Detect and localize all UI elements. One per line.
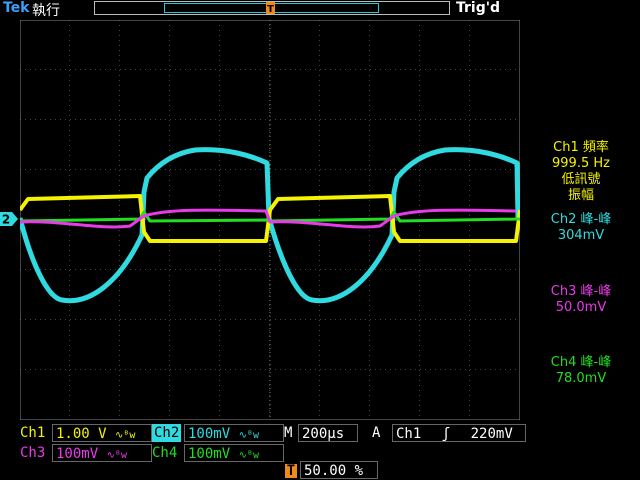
measurement-ch1-frequency[interactable]: Ch1 頻率 999.5 Hz 低訊號 振幅 (526, 140, 636, 204)
ch2-ground-marker[interactable]: 2 (0, 211, 20, 227)
meas-ch1-title: Ch1 頻率 (553, 140, 609, 155)
bandwidth-limit-icon: ∿ᴮw (106, 450, 128, 461)
trigger-status: Trig'd (456, 0, 501, 16)
trigger-level: 220mV (470, 426, 513, 442)
meas-ch3-value: 50.0mV (555, 300, 607, 315)
ch2-label[interactable]: Ch2 (152, 424, 182, 442)
rising-edge-icon: ʃ (441, 426, 451, 442)
trigger-mode: A (372, 425, 381, 441)
meas-ch2-title: Ch2 峰-峰 (550, 212, 612, 227)
measurement-ch4-peak-to-peak[interactable]: Ch4 峰-峰 78.0mV (526, 355, 636, 387)
meas-ch1-warning-line2: 振幅 (567, 188, 594, 203)
acquisition-status: 執行 (32, 3, 60, 19)
ch4-label[interactable]: Ch4 (152, 444, 177, 462)
ch1-label[interactable]: Ch1 (20, 424, 45, 442)
ch2-scale-readout[interactable]: 100mV ∿ᴮw (184, 424, 284, 442)
brand-logo: Tek (3, 0, 30, 16)
bandwidth-limit-icon: ∿ᴮw (238, 430, 260, 441)
ch1-scale-value: 1.00 V (56, 426, 107, 442)
measurement-ch2-peak-to-peak[interactable]: Ch2 峰-峰 304mV (526, 212, 636, 244)
horizontal-position-value: 50.00 % (300, 461, 378, 479)
bottom-status-bar: Ch1 1.00 V ∿ᴮw Ch2 100mV ∿ᴮw M 200µs A C… (0, 424, 640, 480)
trigger-source: Ch1 (396, 426, 422, 442)
ch3-label[interactable]: Ch3 (20, 444, 45, 462)
timebase-label: M (284, 425, 293, 441)
ch4-scale-readout[interactable]: 100mV ∿ᴮw (184, 444, 284, 462)
trigger-position-badge: T (285, 463, 297, 479)
ch2-ground-label: 2 (2, 213, 10, 227)
meas-ch1-warning-line1: 低訊號 (561, 172, 601, 187)
meas-ch4-value: 78.0mV (555, 371, 607, 386)
status-bar: Tek 執行 Trig'd (0, 0, 640, 19)
ch4-scale-value: 100mV (188, 446, 231, 462)
meas-ch1-value: 999.5 Hz (552, 156, 610, 171)
ch3-scale-value: 100mV (56, 446, 99, 462)
timebase-readout[interactable]: 200µs (298, 424, 358, 442)
bandwidth-limit-icon: ∿ᴮw (115, 430, 136, 441)
trigger-marker-top-label: T (267, 4, 274, 15)
meas-ch2-value: 304mV (557, 228, 605, 243)
horizontal-position-readout[interactable]: T 50.00 % (285, 461, 378, 479)
waveform-display[interactable] (20, 20, 520, 420)
ch3-scale-readout[interactable]: 100mV ∿ᴮw (52, 444, 152, 462)
meas-ch4-title: Ch4 峰-峰 (550, 355, 612, 370)
trigger-readout[interactable]: Ch1 ʃ 220mV (392, 424, 526, 442)
ch2-scale-value: 100mV (188, 426, 231, 442)
bandwidth-limit-icon: ∿ᴮw (238, 450, 260, 461)
measurement-ch3-peak-to-peak[interactable]: Ch3 峰-峰 50.0mV (526, 284, 636, 316)
meas-ch3-title: Ch3 峰-峰 (550, 284, 612, 299)
ch1-scale-readout[interactable]: 1.00 V ∿ᴮw (52, 424, 152, 442)
